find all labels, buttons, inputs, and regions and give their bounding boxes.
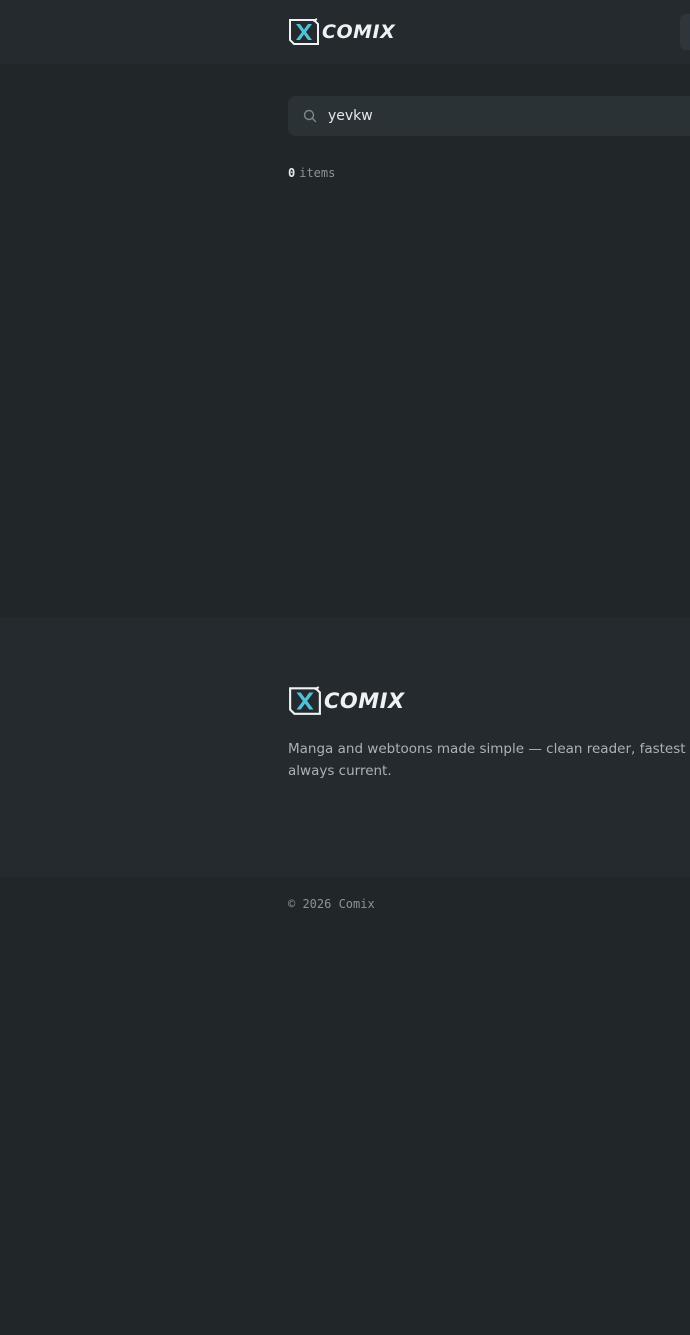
footer-tagline-line-2: always current. [288, 763, 392, 779]
header-menu-button[interactable] [680, 14, 690, 50]
header-logo-text: COMIX [322, 21, 396, 43]
footer-tagline: Manga and webtoons made simple — clean r… [288, 738, 690, 782]
footer-logo-link[interactable]: COMIX [288, 686, 405, 716]
footer-tagline-line-1: Manga and webtoons made simple — clean r… [288, 741, 690, 757]
header-logo-link[interactable]: COMIX [288, 18, 395, 46]
search-icon [303, 109, 317, 123]
result-count-label: items [299, 166, 336, 180]
comix-x-logo-icon [289, 686, 321, 715]
comix-x-logo-icon [289, 18, 319, 45]
footer-logo-text: COMIX [324, 689, 405, 713]
copyright-text: © 2026 Comix [288, 897, 375, 911]
search-input[interactable] [328, 96, 688, 136]
result-count-number: 0 [288, 166, 296, 180]
result-count: 0 items [288, 166, 335, 180]
search-bar [288, 96, 690, 136]
top-navigation-bar: COMIX [0, 0, 690, 64]
